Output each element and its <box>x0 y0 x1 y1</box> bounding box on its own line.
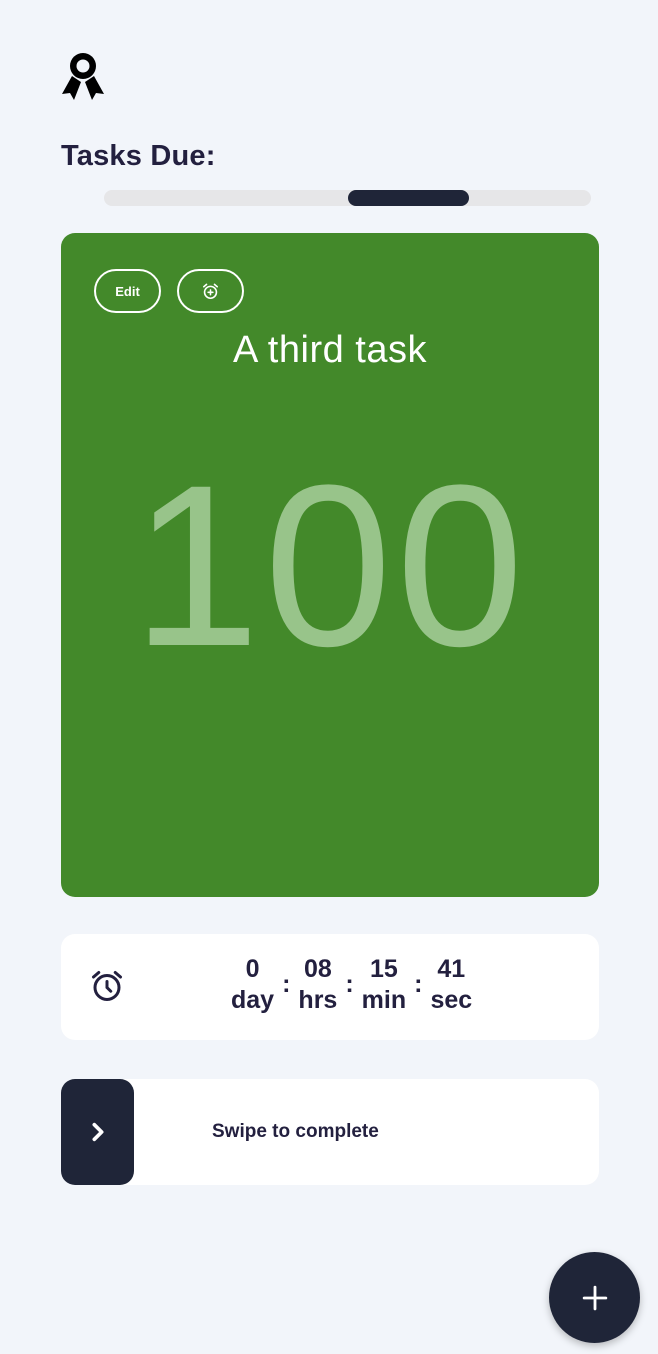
page-title: Tasks Due: <box>61 140 216 172</box>
alarm-clock-icon <box>92 971 122 1001</box>
task-title: A third task <box>233 329 427 371</box>
task-pager-thumb[interactable] <box>347 190 470 206</box>
plus-icon <box>582 1285 607 1310</box>
countdown-seconds-value: 41 <box>437 955 466 983</box>
countdown-separator: : <box>345 970 354 998</box>
swipe-to-complete-slider[interactable]: Swipe to complete <box>61 1079 599 1185</box>
task-card[interactable]: Edit A third task 100 <box>61 233 599 897</box>
countdown-days-value: 0 <box>245 955 260 983</box>
add-task-button[interactable] <box>549 1252 640 1343</box>
countdown-minutes-unit: min <box>361 986 407 1014</box>
countdown-days-unit: day <box>231 986 275 1014</box>
add-alarm-button[interactable] <box>177 269 244 313</box>
alarm-add-icon <box>202 283 219 299</box>
countdown-days: 0 day <box>231 954 274 1016</box>
countdown-seconds: 41 sec <box>430 954 472 1016</box>
swipe-label: Swipe to complete <box>212 1121 379 1142</box>
countdown-hours-value: 08 <box>303 955 332 983</box>
edit-button[interactable]: Edit <box>94 269 161 313</box>
chevron-right-icon <box>92 1122 103 1142</box>
countdown-hours-unit: hrs <box>298 986 338 1014</box>
swipe-handle[interactable] <box>61 1079 134 1185</box>
countdown-values: 0 day : 08 hrs : 15 min : 41 sec <box>231 954 472 1016</box>
award-ribbon-icon <box>62 53 104 100</box>
app-screen: Tasks Due: Edit A third task 100 0 day : <box>0 0 658 1354</box>
task-pager-track[interactable] <box>104 190 591 206</box>
countdown-separator: : <box>414 970 423 998</box>
countdown-separator: : <box>282 970 291 998</box>
countdown-card: 0 day : 08 hrs : 15 min : 41 sec <box>61 934 599 1040</box>
task-score: 100 <box>132 437 528 694</box>
countdown-minutes: 15 min <box>362 954 406 1016</box>
countdown-seconds-unit: sec <box>430 986 473 1014</box>
countdown-minutes-value: 15 <box>369 955 398 983</box>
countdown-hours: 08 hrs <box>298 954 337 1016</box>
